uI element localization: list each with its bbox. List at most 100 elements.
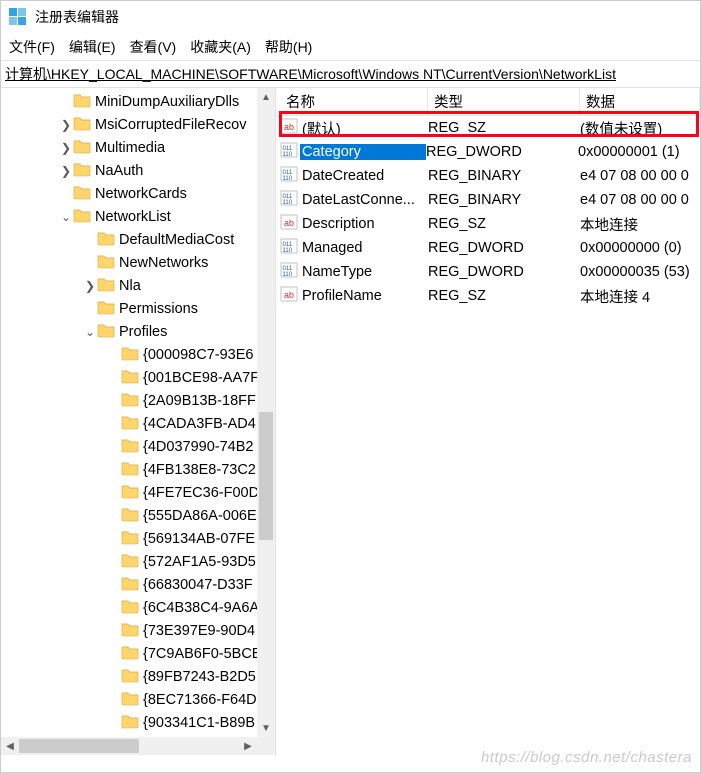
tree-item[interactable]: ·{903341C1-B89B bbox=[1, 711, 275, 734]
tree-scrollbar-horizontal[interactable]: ◀ ▶ bbox=[1, 737, 257, 755]
value-row[interactable]: 011110DateLastConne...REG_BINARYe4 07 08… bbox=[276, 188, 700, 212]
watermark-text: https://blog.csdn.net/chastera bbox=[481, 749, 692, 766]
tree-item[interactable]: ·MiniDumpAuxiliaryDlls bbox=[1, 90, 275, 113]
folder-icon bbox=[73, 207, 95, 227]
tree-item-label: Permissions bbox=[119, 301, 198, 317]
svg-text:ab: ab bbox=[284, 122, 294, 132]
tree-item[interactable]: ·{4FE7EC36-F00D bbox=[1, 481, 275, 504]
tree-item[interactable]: ·Permissions bbox=[1, 297, 275, 320]
tree-item[interactable]: ·{89FB7243-B2D5 bbox=[1, 665, 275, 688]
scroll-thumb-vertical[interactable] bbox=[259, 412, 273, 540]
value-type: REG_SZ bbox=[428, 288, 580, 304]
main-split: ·MiniDumpAuxiliaryDlls ❯ MsiCorruptedFileR… bbox=[1, 88, 700, 755]
tree-caret-icon[interactable]: ⌄ bbox=[83, 325, 97, 339]
value-type: REG_DWORD bbox=[428, 264, 580, 280]
value-type: REG_SZ bbox=[428, 120, 580, 136]
folder-icon bbox=[97, 299, 119, 319]
value-row[interactable]: 011110DateCreatedREG_BINARYe4 07 08 00 0… bbox=[276, 164, 700, 188]
folder-icon bbox=[121, 483, 143, 503]
tree-item[interactable]: ·{8EC71366-F64D bbox=[1, 688, 275, 711]
tree-item[interactable]: ⌄Profiles bbox=[1, 320, 275, 343]
binary-value-icon: 011110 bbox=[280, 261, 302, 283]
value-type: REG_SZ bbox=[428, 216, 580, 232]
tree-item[interactable]: ❯ MsiCorruptedFileRecov bbox=[1, 113, 275, 136]
value-name: ProfileName bbox=[302, 288, 428, 304]
folder-icon bbox=[121, 368, 143, 388]
folder-icon bbox=[97, 253, 119, 273]
value-row[interactable]: 011110ManagedREG_DWORD0x00000000 (0) bbox=[276, 236, 700, 260]
folder-icon bbox=[121, 621, 143, 641]
tree-item-label: {555DA86A-006E bbox=[143, 508, 257, 524]
window-title: 注册表编辑器 bbox=[35, 7, 119, 27]
tree-item[interactable]: ·{7C9AB6F0-5BCE bbox=[1, 642, 275, 665]
titlebar: 注册表编辑器 bbox=[1, 1, 700, 33]
tree-item-label: MsiCorruptedFileRecov bbox=[95, 117, 247, 133]
tree-caret-icon[interactable]: ❯ bbox=[59, 164, 73, 178]
tree-item[interactable]: ·{000098C7-93E6 bbox=[1, 343, 275, 366]
folder-icon bbox=[121, 391, 143, 411]
scroll-right-arrow-icon[interactable]: ▶ bbox=[239, 737, 257, 755]
tree-item-label: {7C9AB6F0-5BCE bbox=[143, 646, 261, 662]
value-row[interactable]: abProfileNameREG_SZ本地连接 4 bbox=[276, 284, 700, 308]
tree-item[interactable]: ·{2A09B13B-18FF bbox=[1, 389, 275, 412]
scroll-left-arrow-icon[interactable]: ◀ bbox=[1, 737, 19, 755]
folder-icon bbox=[97, 276, 119, 296]
tree-item[interactable]: ·NewNetworks bbox=[1, 251, 275, 274]
tree-item-label: Nla bbox=[119, 278, 141, 294]
tree-item[interactable]: ·DefaultMediaCost bbox=[1, 228, 275, 251]
menu-file[interactable]: 文件(F) bbox=[9, 37, 55, 57]
folder-icon bbox=[121, 460, 143, 480]
address-bar[interactable]: 计算机\HKEY_LOCAL_MACHINE\SOFTWARE\Microsof… bbox=[1, 61, 700, 88]
value-row[interactable]: 011110NameTypeREG_DWORD0x00000035 (53) bbox=[276, 260, 700, 284]
scrollbar-corner bbox=[257, 737, 275, 755]
tree-caret-icon[interactable]: ⌄ bbox=[59, 210, 73, 224]
tree-item[interactable]: ·{4FB138E8-73C2 bbox=[1, 458, 275, 481]
menu-view[interactable]: 查看(V) bbox=[130, 37, 177, 57]
tree-item[interactable]: ❯NaAuth bbox=[1, 159, 275, 182]
scroll-up-arrow-icon[interactable]: ▲ bbox=[257, 88, 275, 106]
scroll-thumb-horizontal[interactable] bbox=[19, 739, 139, 753]
tree-item[interactable]: ⌄ NetworkList bbox=[1, 205, 275, 228]
tree-item[interactable]: ·NetworkCards bbox=[1, 182, 275, 205]
address-text: 计算机\HKEY_LOCAL_MACHINE\SOFTWARE\Microsof… bbox=[5, 64, 616, 84]
tree-item[interactable]: ·{73E397E9-90D4 bbox=[1, 619, 275, 642]
value-list[interactable]: ab(默认)REG_SZ(数值未设置) 011110 Category REG_DWO… bbox=[276, 116, 700, 308]
column-header-name[interactable]: 名称 bbox=[280, 88, 428, 115]
scroll-down-arrow-icon[interactable]: ▼ bbox=[257, 719, 275, 737]
tree-caret-icon[interactable]: ❯ bbox=[59, 118, 73, 132]
tree-scrollbar-vertical[interactable]: ▲ ▼ bbox=[257, 88, 275, 737]
tree-item[interactable]: ·{6C4B38C4-9A6A bbox=[1, 596, 275, 619]
value-type: REG_DWORD bbox=[428, 240, 580, 256]
app-icon bbox=[9, 8, 27, 26]
value-name: Category bbox=[300, 144, 426, 160]
tree-item[interactable]: ·{4D037990-74B2 bbox=[1, 435, 275, 458]
tree-item[interactable]: ·{4CADA3FB-AD4 bbox=[1, 412, 275, 435]
value-type: REG_BINARY bbox=[428, 192, 580, 208]
tree-item-label: NetworkList bbox=[95, 209, 171, 225]
list-pane: 名称 类型 数据 ab(默认)REG_SZ(数值未设置) 011110 Catego… bbox=[276, 88, 700, 755]
menu-fav[interactable]: 收藏夹(A) bbox=[190, 37, 251, 57]
svg-text:110: 110 bbox=[283, 152, 293, 158]
column-header-data[interactable]: 数据 bbox=[580, 88, 700, 115]
tree-caret-icon[interactable]: ❯ bbox=[83, 279, 97, 293]
tree-item[interactable]: ·{569134AB-07FE bbox=[1, 527, 275, 550]
tree-caret-icon[interactable]: ❯ bbox=[59, 141, 73, 155]
tree-item[interactable]: ·{572AF1A5-93D5 bbox=[1, 550, 275, 573]
tree-item-label: {000098C7-93E6 bbox=[143, 347, 253, 363]
tree-item[interactable]: ❯ Nla bbox=[1, 274, 275, 297]
tree-item[interactable]: ·{555DA86A-006E bbox=[1, 504, 275, 527]
registry-tree[interactable]: ·MiniDumpAuxiliaryDlls ❯ MsiCorruptedFileR… bbox=[1, 88, 275, 755]
list-header: 名称 类型 数据 bbox=[276, 88, 700, 116]
folder-icon bbox=[121, 437, 143, 457]
menu-edit[interactable]: 编辑(E) bbox=[69, 37, 116, 57]
value-row[interactable]: abDescriptionREG_SZ本地连接 bbox=[276, 212, 700, 236]
value-row[interactable]: ab(默认)REG_SZ(数值未设置) bbox=[276, 116, 700, 140]
menu-help[interactable]: 帮助(H) bbox=[265, 37, 312, 57]
column-header-type[interactable]: 类型 bbox=[428, 88, 580, 115]
folder-icon bbox=[121, 690, 143, 710]
svg-text:110: 110 bbox=[283, 176, 293, 182]
tree-item[interactable]: ·{001BCE98-AA7F bbox=[1, 366, 275, 389]
tree-item[interactable]: ·{66830047-D33F bbox=[1, 573, 275, 596]
value-row[interactable]: 011110CategoryREG_DWORD0x00000001 (1) bbox=[276, 140, 700, 164]
tree-item[interactable]: ❯Multimedia bbox=[1, 136, 275, 159]
